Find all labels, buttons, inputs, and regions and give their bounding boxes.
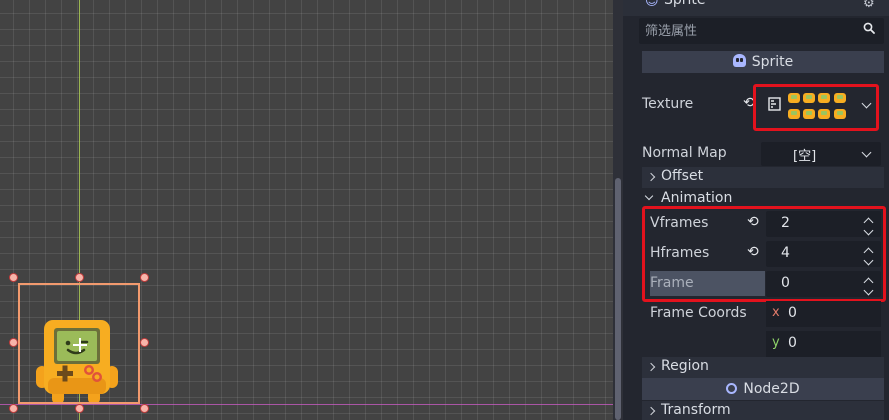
region-label: Region bbox=[661, 358, 709, 374]
section-transform[interactable]: Transform bbox=[642, 401, 884, 420]
frame-coords-y-value: 0 bbox=[788, 335, 797, 351]
handle-top-right[interactable] bbox=[140, 273, 149, 282]
class-header-sprite: Sprite bbox=[642, 51, 884, 73]
search-icon[interactable] bbox=[863, 22, 875, 34]
frame-coords-label: Frame Coords bbox=[650, 305, 747, 321]
sprite-node-icon: ☺ bbox=[645, 0, 659, 9]
x-axis-label: x bbox=[772, 305, 780, 320]
canvas-viewport[interactable] bbox=[0, 0, 613, 420]
handle-middle-right[interactable] bbox=[140, 338, 149, 347]
highlight-texture bbox=[753, 84, 879, 131]
inspector-header: ☺ Sprite ⚙ bbox=[623, 0, 889, 16]
node2d-icon bbox=[726, 383, 738, 394]
filter-field[interactable] bbox=[639, 18, 884, 44]
handle-bottom-center[interactable] bbox=[75, 404, 84, 413]
frame-coords-x-field[interactable]: x 0 bbox=[766, 301, 881, 327]
chevron-right-icon bbox=[646, 406, 656, 416]
transform-label: Transform bbox=[661, 402, 731, 418]
normal-map-value: [空] bbox=[793, 149, 817, 164]
handle-bottom-right[interactable] bbox=[140, 404, 149, 413]
handle-middle-left[interactable] bbox=[9, 338, 18, 347]
chevron-down-icon bbox=[861, 147, 872, 158]
selection-rect[interactable] bbox=[18, 283, 140, 404]
section-region[interactable]: Region bbox=[642, 357, 884, 378]
handle-bottom-left[interactable] bbox=[9, 404, 18, 413]
handle-top-left[interactable] bbox=[9, 273, 18, 282]
frame-coords-x-value: 0 bbox=[788, 305, 797, 321]
section-offset[interactable]: Offset bbox=[642, 167, 884, 188]
texture-label: Texture bbox=[642, 96, 694, 112]
offset-label: Offset bbox=[661, 168, 704, 184]
highlight-animation-frames bbox=[642, 206, 886, 302]
sprite-class-icon bbox=[732, 54, 746, 67]
normal-map-dropdown[interactable]: [空] bbox=[761, 142, 881, 166]
frame-coords-y-field[interactable]: y 0 bbox=[766, 331, 881, 357]
class-header-node2d: Node2D bbox=[642, 378, 884, 400]
chevron-right-icon bbox=[646, 172, 656, 182]
handle-top-center[interactable] bbox=[75, 273, 84, 282]
filter-input[interactable] bbox=[645, 21, 845, 41]
y-axis-label: y bbox=[772, 335, 780, 350]
class-header-label: Sprite bbox=[751, 54, 794, 70]
inspector-node-title: Sprite bbox=[664, 0, 706, 8]
normal-map-label: Normal Map bbox=[642, 145, 727, 161]
node2d-label: Node2D bbox=[743, 381, 800, 397]
viewport-scrollbar-thumb[interactable] bbox=[615, 178, 621, 420]
wrench-icon[interactable]: ⚙ bbox=[863, 0, 875, 11]
chevron-down-icon bbox=[644, 191, 654, 201]
chevron-right-icon bbox=[646, 362, 656, 372]
animation-label: Animation bbox=[661, 190, 733, 206]
